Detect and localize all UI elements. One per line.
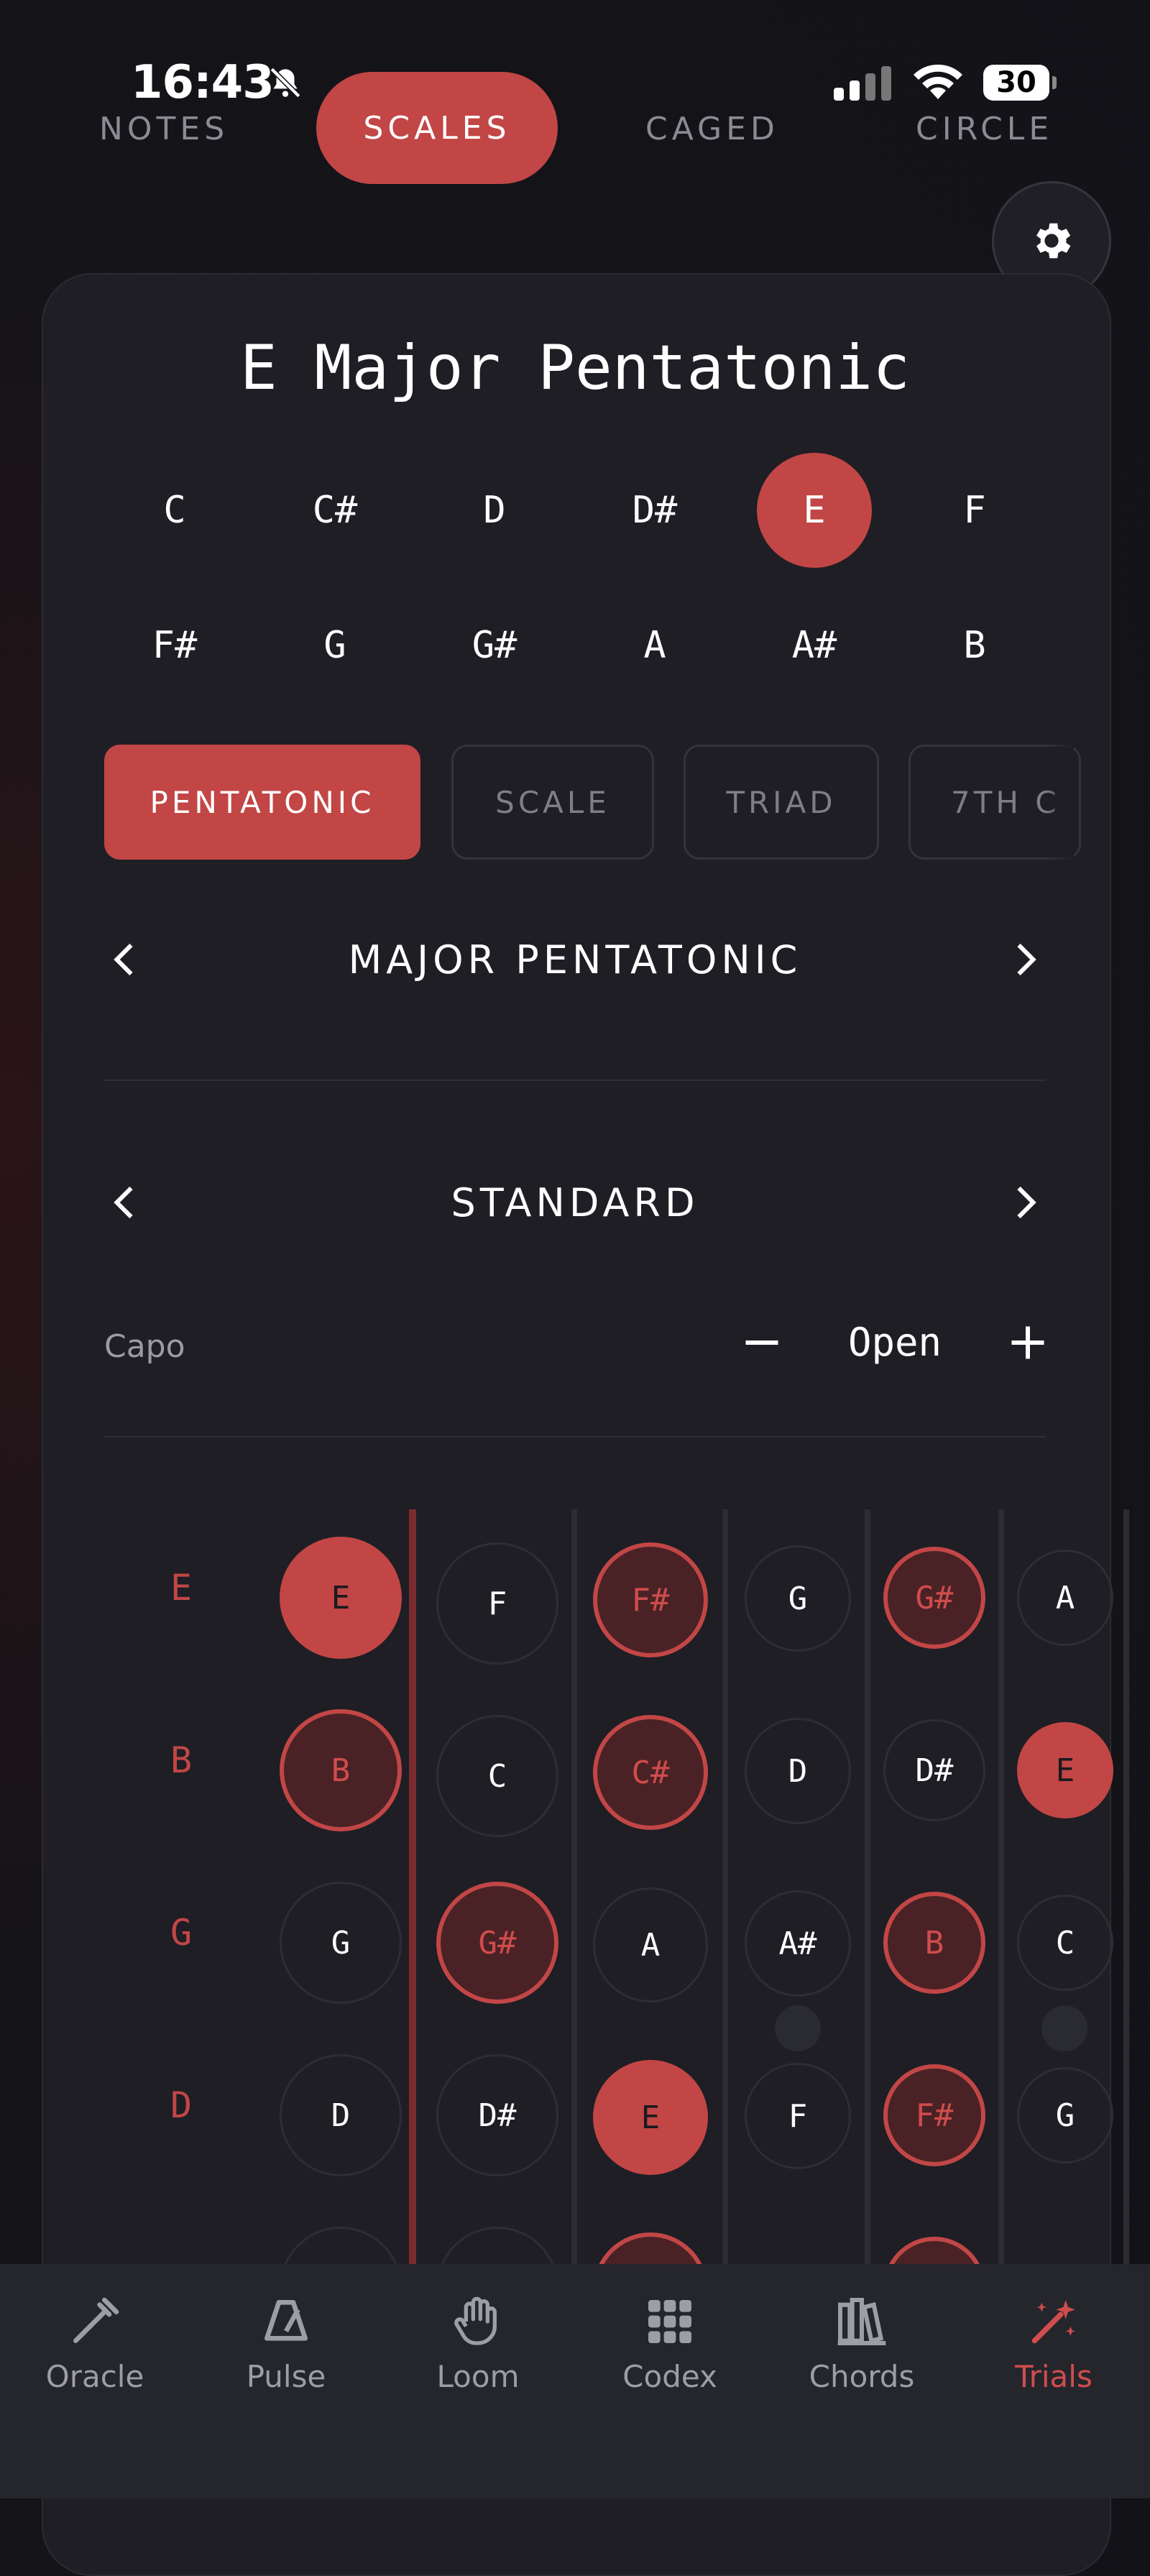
key-g-sharp[interactable]: G# (437, 588, 552, 703)
tab-scales[interactable]: SCALES (316, 72, 558, 184)
fret-note[interactable]: D (280, 2054, 402, 2176)
chevron-left-icon[interactable] (104, 938, 147, 981)
chip-triad[interactable]: TRIAD (684, 745, 879, 860)
divider (104, 1436, 1046, 1438)
nav-codex[interactable]: Codex (598, 2293, 742, 2394)
nav-label: Codex (622, 2359, 717, 2394)
fret-note[interactable]: D# (883, 1719, 985, 1821)
fret-line (722, 1509, 728, 2264)
scale-name: MAJOR PENTATONIC (348, 937, 802, 983)
fret-line (865, 1509, 870, 2264)
string-label: D (170, 2084, 193, 2126)
fret-note-partial (280, 2227, 402, 2264)
fret-note[interactable]: B (883, 1892, 985, 1994)
fretboard-nut (409, 1509, 416, 2264)
fret-note[interactable]: E (1017, 1722, 1113, 1818)
string-label: E (170, 1567, 193, 1609)
fret-note[interactable]: G# (436, 1882, 558, 2004)
chevron-right-icon[interactable] (1003, 938, 1046, 981)
fret-marker-dot (775, 2005, 821, 2051)
chip-pentatonic[interactable]: PENTATONIC (104, 745, 420, 860)
capo-value: Open (847, 1320, 942, 1365)
nav-chords[interactable]: Chords (790, 2293, 934, 2394)
top-tabs: NOTES SCALES CAGED CIRCLE (0, 72, 1150, 187)
nav-label: Loom (436, 2359, 520, 2394)
metronome-icon (264, 2300, 308, 2341)
capo-label: Capo (104, 1328, 185, 1365)
fret-note[interactable]: E (593, 2060, 708, 2175)
tab-caged[interactable]: CAGED (645, 111, 779, 147)
fret-note[interactable]: C# (593, 1715, 708, 1830)
key-f[interactable]: F (917, 453, 1032, 568)
fret-note[interactable]: C (436, 1715, 558, 1837)
chip-scale[interactable]: SCALE (451, 745, 654, 860)
key-d-sharp[interactable]: D# (597, 453, 712, 568)
key-a[interactable]: A (597, 588, 712, 703)
key-c[interactable]: C (117, 453, 232, 568)
fret-note-partial (883, 2237, 985, 2264)
grid-icon (648, 2300, 691, 2343)
chevron-left-icon[interactable] (104, 1181, 147, 1224)
key-c-sharp[interactable]: C# (277, 453, 392, 568)
fret-note[interactable]: A (593, 1887, 708, 2002)
fret-marker-dot (1041, 2005, 1087, 2051)
bottom-nav: Oracle Pulse Loom Codex Chords Trials (0, 2264, 1150, 2498)
string-label: B (170, 1739, 193, 1781)
string-label: G (170, 1912, 193, 1954)
fret-note[interactable]: B (280, 1709, 402, 1831)
fret-note[interactable]: G (1017, 2067, 1113, 2163)
nav-pulse[interactable]: Pulse (214, 2293, 358, 2394)
key-e[interactable]: E (757, 453, 872, 568)
gear-icon (1036, 223, 1071, 259)
fret-note[interactable]: F (436, 1542, 558, 1665)
fret-note-partial (436, 2227, 558, 2264)
minus-icon[interactable] (740, 1321, 783, 1364)
tuning-name: STANDARD (451, 1179, 699, 1225)
fret-note[interactable]: A# (745, 1890, 851, 1997)
books-icon (837, 2298, 886, 2345)
nav-loom[interactable]: Loom (406, 2293, 550, 2394)
plus-icon[interactable] (1006, 1321, 1049, 1364)
fret-note[interactable]: D# (436, 2054, 558, 2176)
fret-note[interactable]: F# (593, 1542, 708, 1657)
nav-oracle[interactable]: Oracle (23, 2293, 167, 2394)
fret-line (571, 1509, 577, 2264)
tab-circle[interactable]: CIRCLE (916, 111, 1053, 147)
tab-notes[interactable]: NOTES (99, 111, 229, 147)
chevron-right-icon[interactable] (1003, 1181, 1046, 1224)
key-g[interactable]: G (277, 588, 392, 703)
fret-note[interactable]: F# (883, 2064, 985, 2166)
tuning-selector: STANDARD (104, 1159, 1046, 1246)
key-f-sharp[interactable]: F# (117, 588, 232, 703)
fret-note[interactable]: D (745, 1718, 851, 1824)
fret-note[interactable]: G (280, 1882, 402, 2004)
key-d[interactable]: D (437, 453, 552, 568)
fret-note[interactable]: G# (883, 1547, 985, 1649)
fret-note[interactable]: F (745, 2063, 851, 2169)
fret-line (1123, 1509, 1129, 2264)
nav-label: Chords (809, 2359, 915, 2394)
fret-note[interactable]: C (1017, 1895, 1113, 1991)
nav-label: Pulse (246, 2359, 326, 2394)
fretboard: E B G D E F F# G G# A B C C# D D# E G G#… (104, 1509, 1150, 2264)
capo-control: Open (740, 1320, 1049, 1365)
fret-note[interactable]: G (745, 1545, 851, 1652)
hand-icon (454, 2296, 497, 2345)
chip-scroll-fade (1045, 740, 1074, 864)
scale-selector: MAJOR PENTATONIC (104, 916, 1046, 1003)
key-a-sharp[interactable]: A# (757, 588, 872, 703)
tuning-fork-icon (73, 2297, 119, 2343)
fret-note-partial (593, 2232, 708, 2264)
divider (104, 1080, 1046, 1081)
fret-note[interactable]: E (280, 1537, 402, 1659)
magic-wand-icon (1031, 2300, 1075, 2344)
nav-trials[interactable]: Trials (982, 2293, 1126, 2394)
key-b[interactable]: B (917, 588, 1032, 703)
fret-note[interactable]: A (1017, 1550, 1113, 1646)
page-title: E Major Pentatonic (240, 332, 910, 404)
nav-label: Trials (1015, 2359, 1092, 2394)
fret-line (998, 1509, 1004, 2264)
nav-label: Oracle (45, 2359, 144, 2394)
